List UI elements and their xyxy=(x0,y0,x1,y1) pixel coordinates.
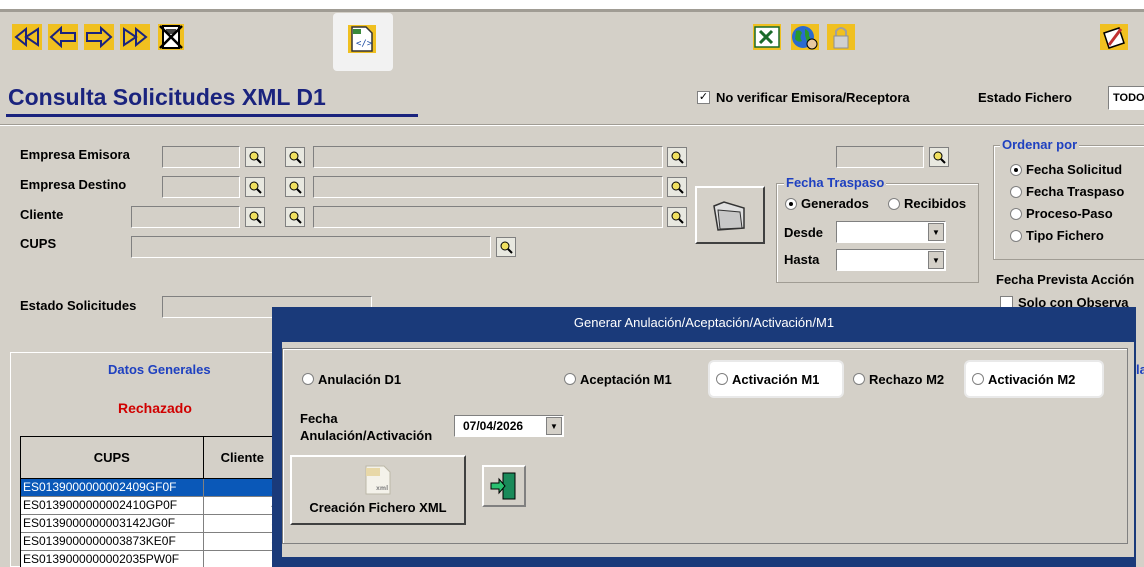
empresa-emisora-code[interactable] xyxy=(162,146,240,168)
app-window: </> Consulta Solicitudes XML D1 ✓ No ver… xyxy=(0,0,1144,567)
radio-button[interactable] xyxy=(302,373,314,385)
xml-file-icon[interactable]: </> xyxy=(347,24,377,54)
radio-button[interactable] xyxy=(1010,207,1022,220)
table-row[interactable]: ES0139000000002409GF0F 2 xyxy=(21,479,281,497)
fecha-value: 07/04/2026 xyxy=(463,419,524,433)
radio-button[interactable] xyxy=(1010,163,1022,176)
radio-activacion-m1[interactable]: Activación M1 xyxy=(710,362,842,396)
cliente-code[interactable] xyxy=(131,206,240,228)
tab-partial[interactable]: la xyxy=(1136,362,1144,377)
last-icon[interactable] xyxy=(120,22,150,52)
table-row[interactable]: ES0139000000002410GP0F 4 xyxy=(21,497,281,515)
anulacion-activacion-label: Anulación/Activación xyxy=(300,428,433,443)
cups-input[interactable] xyxy=(131,236,491,258)
radio-fecha-traspaso[interactable]: Fecha Traspaso xyxy=(1010,184,1124,199)
radio-button[interactable] xyxy=(1010,229,1022,242)
estado-fichero-select[interactable]: TODO xyxy=(1108,86,1144,110)
table-row[interactable]: ES0139000000003142JG0F 3 xyxy=(21,515,281,533)
tab-datos-generales[interactable]: Datos Generales xyxy=(108,362,211,377)
cliente-label: Cliente xyxy=(20,207,64,222)
desde-date[interactable]: ▼ xyxy=(836,221,946,243)
search-icon[interactable] xyxy=(245,177,265,197)
search-icon[interactable] xyxy=(245,207,265,227)
radio-button[interactable] xyxy=(972,373,984,385)
estado-fichero-label: Estado Fichero xyxy=(978,90,1072,105)
table-row[interactable]: ES0139000000002035PW0F 1 xyxy=(21,551,281,567)
excel-icon[interactable] xyxy=(752,22,782,52)
search-icon[interactable] xyxy=(667,207,687,227)
radio-activacion-m2[interactable]: Activación M2 xyxy=(966,362,1102,396)
chevron-down-icon[interactable]: ▼ xyxy=(928,223,944,241)
radio-button[interactable] xyxy=(716,373,728,385)
radio-tipo-fichero[interactable]: Tipo Fichero xyxy=(1010,228,1104,243)
column-header-cups[interactable]: CUPS xyxy=(21,437,204,478)
status-badge: Rechazado xyxy=(118,400,192,416)
radio-button[interactable] xyxy=(1010,185,1022,198)
exit-button[interactable] xyxy=(482,465,526,507)
svg-text:xml: xml xyxy=(376,485,388,492)
empresa-emisora-label: Empresa Emisora xyxy=(20,147,130,162)
search-icon[interactable] xyxy=(667,147,687,167)
fecha-date-picker[interactable]: 07/04/2026 ▼ xyxy=(454,415,564,437)
generar-dialog: Generar Anulación/Aceptación/Activación/… xyxy=(272,307,1136,567)
dialog-title: Generar Anulación/Aceptación/Activación/… xyxy=(573,315,835,330)
hasta-label: Hasta xyxy=(784,252,820,267)
empresa-destino-label: Empresa Destino xyxy=(20,177,127,192)
fecha-traspaso-title: Fecha Traspaso xyxy=(784,175,887,190)
folder-icon xyxy=(713,201,745,231)
ordenar-title: Ordenar por xyxy=(1000,137,1080,152)
empresa-emisora-name[interactable] xyxy=(313,146,663,168)
edit-document-icon[interactable] xyxy=(1099,22,1129,52)
fecha-label: Fecha xyxy=(300,411,338,426)
page-title: Consulta Solicitudes XML D1 xyxy=(8,84,326,110)
hasta-date[interactable]: ▼ xyxy=(836,249,946,271)
search-icon[interactable] xyxy=(285,177,305,197)
radio-button[interactable] xyxy=(564,373,576,385)
xml-file-icon: xml xyxy=(365,465,391,495)
creacion-fichero-xml-button[interactable]: xml Creación Fichero XML xyxy=(290,455,466,525)
radio-fecha-solicitud[interactable]: Fecha Solicitud xyxy=(1010,162,1122,177)
globe-icon[interactable] xyxy=(790,22,820,52)
exit-door-icon xyxy=(490,472,516,500)
empresa-destino-name[interactable] xyxy=(313,176,663,198)
cups-grid: CUPS Cliente ES0139000000002409GF0F 2 ES… xyxy=(20,436,282,567)
search-icon[interactable] xyxy=(667,177,687,197)
estado-solicitudes-label: Estado Solicitudes xyxy=(20,298,137,313)
search-icon[interactable] xyxy=(929,147,949,167)
no-verificar-label: No verificar Emisora/Receptora xyxy=(716,90,910,105)
table-row[interactable]: ES0139000000003873KE0F 3 xyxy=(21,533,281,551)
radio-button[interactable] xyxy=(888,197,900,210)
previous-icon[interactable] xyxy=(48,22,78,52)
delete-icon[interactable] xyxy=(156,22,186,52)
open-folder-button[interactable] xyxy=(695,186,765,244)
radio-recibidos[interactable]: Recibidos xyxy=(888,196,966,211)
chevron-down-icon[interactable]: ▼ xyxy=(928,251,944,269)
radio-aceptacion-m1[interactable]: Aceptación M1 xyxy=(564,368,672,390)
radio-generados[interactable]: Generados xyxy=(785,196,869,211)
fecha-prevista-label: Fecha Prevista Acción xyxy=(996,272,1135,287)
desde-label: Desde xyxy=(784,225,824,240)
lock-icon[interactable] xyxy=(826,22,856,52)
date-code-field[interactable] xyxy=(836,146,924,168)
chevron-down-icon[interactable]: ▼ xyxy=(546,417,562,435)
radio-button[interactable] xyxy=(785,197,797,210)
search-icon[interactable] xyxy=(285,207,305,227)
dialog-body: Anulación D1 Aceptación M1 Activación M1… xyxy=(282,342,1134,557)
svg-text:</>: </> xyxy=(356,39,373,49)
search-icon[interactable] xyxy=(496,237,516,257)
empresa-destino-code[interactable] xyxy=(162,176,240,198)
radio-button[interactable] xyxy=(853,373,865,385)
next-icon[interactable] xyxy=(84,22,114,52)
radio-anulacion-d1[interactable]: Anulación D1 xyxy=(302,368,401,390)
radio-rechazo-m2[interactable]: Rechazo M2 xyxy=(853,368,944,390)
search-icon[interactable] xyxy=(285,147,305,167)
no-verificar-checkbox[interactable]: ✓ xyxy=(697,91,710,104)
column-header-cliente[interactable]: Cliente xyxy=(204,437,281,478)
first-icon[interactable] xyxy=(12,22,42,52)
search-icon[interactable] xyxy=(245,147,265,167)
cups-label: CUPS xyxy=(20,236,57,251)
radio-proceso-paso[interactable]: Proceso-Paso xyxy=(1010,206,1113,221)
cliente-name[interactable] xyxy=(313,206,663,228)
